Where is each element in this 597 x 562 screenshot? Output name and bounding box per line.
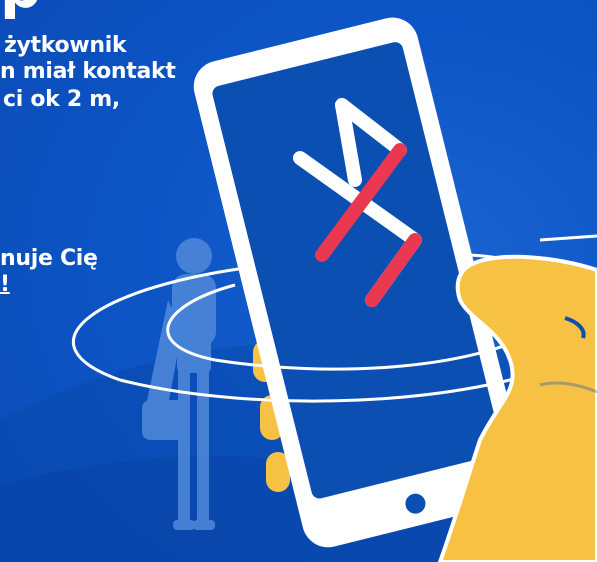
text-line: ci ok 2 m,	[3, 87, 120, 112]
text-line: nuje Cię	[0, 246, 98, 271]
headline-fragment: р	[0, 0, 42, 16]
text-panel: р żytkownik n miał kontakt ci ok 2 m, nu…	[0, 0, 260, 562]
text-line: !	[0, 272, 10, 297]
text-line: n miał kontakt	[0, 59, 176, 84]
text-line: żytkownik	[4, 33, 127, 58]
bluetooth-contact-illustration: р żytkownik n miał kontakt ci ok 2 m, nu…	[0, 0, 597, 562]
